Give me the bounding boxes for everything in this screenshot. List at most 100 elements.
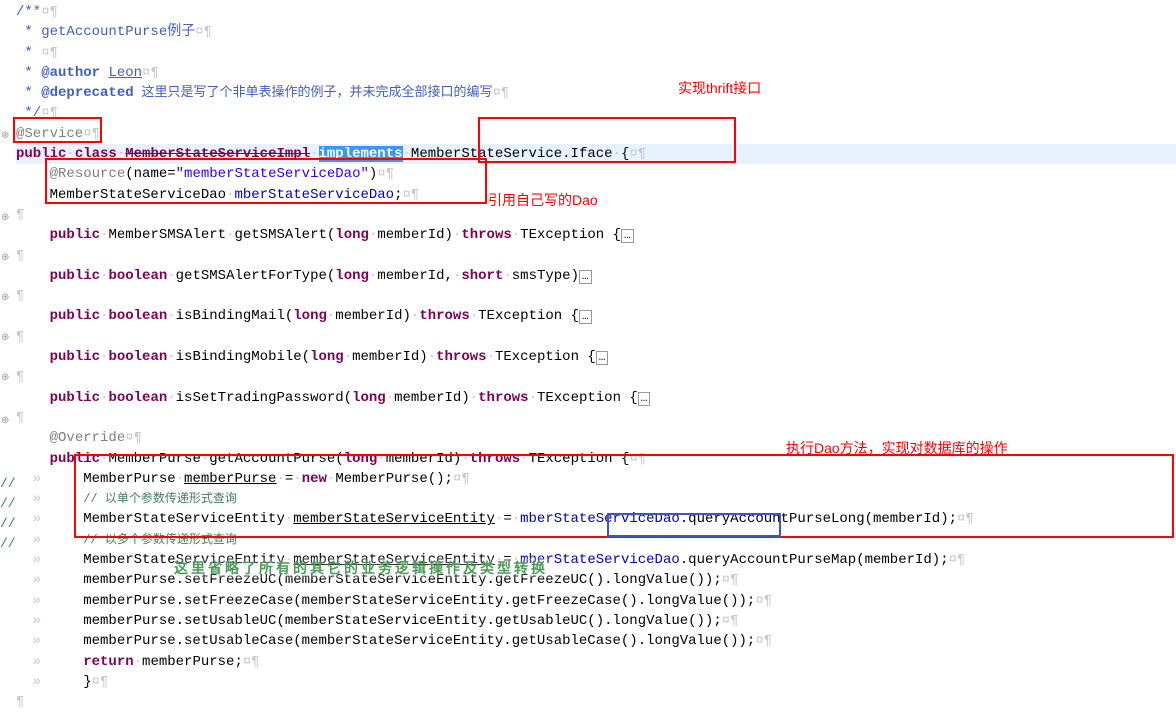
throws-type: TException { — [529, 451, 630, 467]
method-name: getSMSAlertForType( — [176, 268, 336, 284]
code-line[interactable]: public·boolean·isBindingMail(long·member… — [16, 306, 1176, 326]
fold-icon[interactable]: ⊕ — [1, 130, 9, 145]
interface-name: MemberStateService.Iface — [411, 146, 613, 162]
javadoc-author-name: Leon — [108, 65, 142, 81]
code-line[interactable]: ¶ — [16, 205, 1176, 225]
fold-icon[interactable]: … — [621, 229, 634, 243]
code-line[interactable]: » memberPurse.setUsableCase(memberStateS… — [16, 631, 1176, 651]
code-line[interactable]: ¶ — [16, 408, 1176, 428]
keyword-throws: throws — [436, 349, 486, 365]
code-line[interactable]: /**¤¶ — [16, 2, 1176, 22]
fold-icon[interactable]: ⊕ — [1, 252, 9, 267]
code-line[interactable]: @Service¤¶ — [16, 124, 1176, 144]
fold-icon[interactable]: … — [596, 351, 609, 365]
code-line[interactable]: » memberPurse.setFreezeUC(memberStateSer… — [16, 570, 1176, 590]
param: memberId, — [377, 268, 453, 284]
indent — [16, 451, 50, 467]
code-line[interactable]: * ¤¶ — [16, 43, 1176, 63]
code-line[interactable]: public·class·MemberStateServiceImpl·impl… — [16, 144, 1176, 164]
code-line[interactable]: ¶ — [16, 246, 1176, 266]
field-ref: mberStateServiceDao — [520, 511, 680, 527]
ws: · — [428, 349, 436, 365]
code-line[interactable]: » }¤¶ — [16, 672, 1176, 692]
ws: · — [403, 146, 411, 162]
code-line[interactable]: » return·memberPurse;¤¶ — [16, 652, 1176, 672]
keyword-long: long — [335, 227, 369, 243]
ws: · — [503, 268, 511, 284]
ws: · — [176, 471, 184, 487]
keyword-long: long — [352, 390, 386, 406]
keyword-public: public — [50, 227, 100, 243]
indent — [16, 390, 50, 406]
code-line[interactable]: public·boolean·isBindingMobile(long·memb… — [16, 347, 1176, 367]
code-line[interactable]: public·MemberPurse·getAccountPurse(long·… — [16, 449, 1176, 469]
code-line[interactable]: » memberPurse.setFreezeCase(memberStateS… — [16, 591, 1176, 611]
fold-icon[interactable]: … — [579, 270, 592, 284]
ws: · — [201, 451, 209, 467]
code-line[interactable]: */¤¶ — [16, 103, 1176, 123]
ws: ¤¶ — [755, 593, 772, 609]
code-line[interactable]: public·MemberSMSAlert·getSMSAlert(long·m… — [16, 225, 1176, 245]
code-line[interactable]: ¶ — [16, 367, 1176, 387]
ws: ¶ — [16, 329, 24, 345]
indent: » — [16, 532, 83, 548]
ws: · — [377, 451, 385, 467]
code-line[interactable]: » // 以单个参数传递形式查询 — [16, 489, 1176, 509]
type: MemberPurse — [83, 471, 175, 487]
keyword-public: public — [50, 390, 100, 406]
ws: · — [470, 308, 478, 324]
fold-icon[interactable]: ⊕ — [1, 372, 9, 387]
fold-icon[interactable]: ⊕ — [1, 332, 9, 347]
code-line[interactable]: @Resource(name="memberStateServiceDao")¤… — [16, 164, 1176, 184]
code-line[interactable]: » MemberPurse·memberPurse·=·new·MemberPu… — [16, 469, 1176, 489]
keyword-throws: throws — [461, 227, 511, 243]
code-line[interactable]: * @author Leon¤¶ — [16, 63, 1176, 83]
ws: ¶ — [16, 694, 24, 710]
fold-icon[interactable]: ⊕ — [1, 415, 9, 430]
code-line[interactable]: * @deprecated 这里只是写了个非单表操作的例子，并未完成全部接口的编… — [16, 83, 1176, 103]
indent: » — [16, 471, 83, 487]
javadoc: * — [16, 45, 41, 61]
type: MemberStateServiceEntity — [83, 552, 285, 568]
code-line[interactable]: » MemberStateServiceEntity·memberStateSe… — [16, 509, 1176, 529]
code-line[interactable]: public·boolean·getSMSAlertForType(long·m… — [16, 266, 1176, 286]
fold-icon[interactable]: … — [638, 392, 651, 406]
code-line[interactable]: » memberPurse.setUsableUC(memberStateSer… — [16, 611, 1176, 631]
ws: ¤¶ — [83, 126, 100, 142]
code-line[interactable]: * getAccountPurse例子¤¶ — [16, 22, 1176, 42]
code-line[interactable]: » // 以多个参数传递形式查询 — [16, 530, 1176, 550]
keyword-return: return — [83, 654, 133, 670]
ws: ¤¶ — [453, 471, 470, 487]
indent: » — [16, 511, 83, 527]
fold-icon[interactable]: ⊕ — [1, 212, 9, 227]
ws: ¶ — [16, 207, 24, 223]
javadoc-tag-deprecated: @deprecated — [41, 85, 133, 101]
ctor: MemberPurse(); — [335, 471, 453, 487]
fold-icon[interactable]: … — [579, 310, 592, 324]
ws: · — [386, 390, 394, 406]
ws: ¤¶ — [243, 654, 260, 670]
javadoc: * — [16, 24, 41, 40]
code-line[interactable]: ¶ — [16, 692, 1176, 712]
ws: · — [520, 451, 528, 467]
code-line[interactable]: ¶ — [16, 286, 1176, 306]
ws: · — [167, 308, 175, 324]
code-editor[interactable]: ⊕ ⊕ ⊕ ⊕ ⊕ ⊕ ⊕ /**¤¶ * getAccountPurse例子¤… — [0, 0, 1176, 712]
keyword-public: public — [50, 451, 100, 467]
code-line[interactable]: @Override¤¶ — [16, 428, 1176, 448]
keyword-public: public — [50, 349, 100, 365]
ws: ¶ — [16, 288, 24, 304]
stmt: memberPurse.setUsableCase(memberStateSer… — [83, 633, 755, 649]
keyword-throws: throws — [419, 308, 469, 324]
keyword-boolean: boolean — [108, 349, 167, 365]
code-line[interactable]: MemberStateServiceDao·mberStateServiceDa… — [16, 185, 1176, 205]
code-line[interactable]: public·boolean·isSetTradingPassword(long… — [16, 388, 1176, 408]
indent: » — [16, 633, 83, 649]
code-line[interactable]: ¶ — [16, 327, 1176, 347]
ws: · — [512, 511, 520, 527]
code-line[interactable]: » MemberStateServiceEntity·memberStateSe… — [16, 550, 1176, 570]
return-type: MemberPurse — [108, 451, 200, 467]
annotation-service: @Service — [16, 126, 83, 142]
fold-icon[interactable]: ⊕ — [1, 292, 9, 307]
ws: ¤¶ — [195, 24, 212, 40]
